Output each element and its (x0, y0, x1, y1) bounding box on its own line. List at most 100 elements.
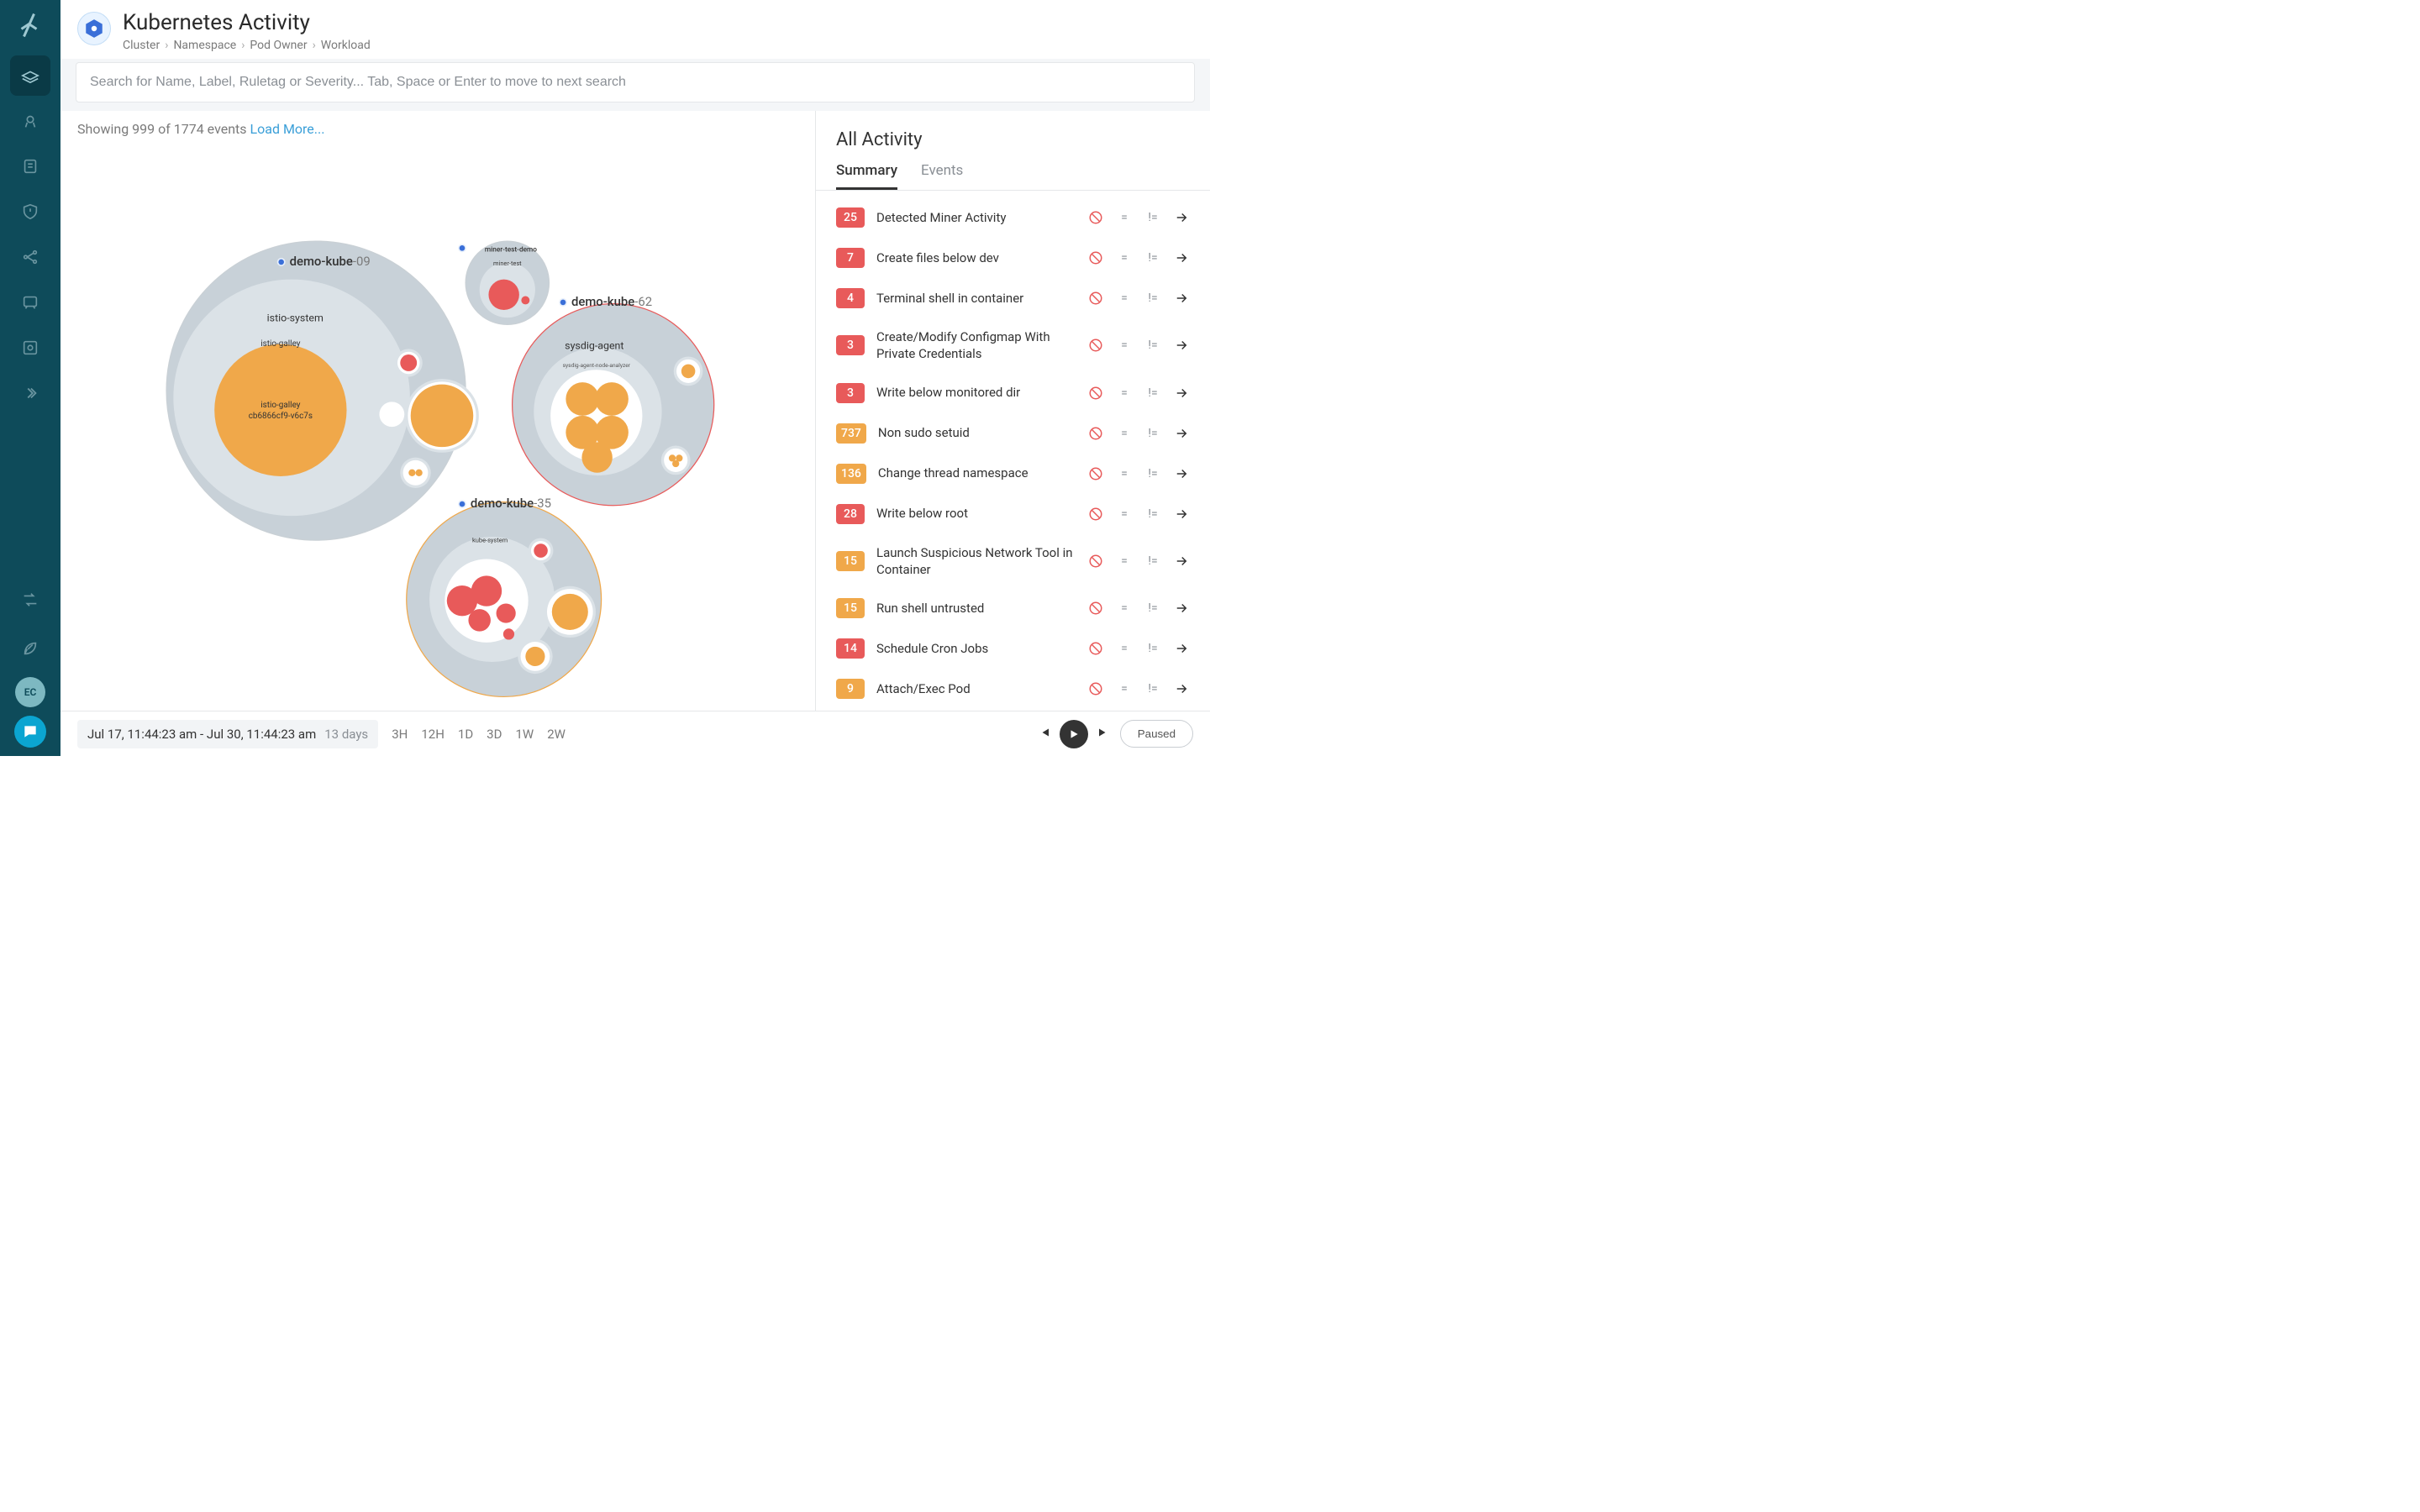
time-range-text[interactable]: Jul 17, 11:44:23 am - Jul 30, 11:44:23 a… (87, 727, 316, 742)
block-icon[interactable] (1087, 425, 1104, 442)
not-equals-icon[interactable]: != (1144, 680, 1161, 697)
svg-text:demo-kube-09: demo-kube-09 (290, 254, 371, 269)
arrow-right-icon[interactable] (1173, 465, 1190, 482)
summary-row[interactable]: 15 Launch Suspicious Network Tool in Con… (816, 534, 1210, 589)
equals-icon[interactable]: = (1116, 600, 1133, 617)
nav-compliance[interactable] (10, 192, 50, 232)
severity-badge: 14 (836, 638, 865, 659)
block-icon[interactable] (1087, 640, 1104, 657)
summary-row[interactable]: 28 Write below root = != (816, 494, 1210, 534)
svg-text:demo-kube-62: demo-kube-62 (571, 294, 652, 309)
equals-icon[interactable]: = (1116, 425, 1133, 442)
search-input[interactable] (76, 62, 1195, 102)
summary-row[interactable]: 25 Detected Miner Activity = != (816, 197, 1210, 238)
not-equals-icon[interactable]: != (1144, 553, 1161, 570)
arrow-right-icon[interactable] (1173, 640, 1190, 657)
time-quick-1w[interactable]: 1W (515, 727, 534, 742)
nav-network[interactable] (10, 237, 50, 277)
load-more-link[interactable]: Load More... (250, 121, 325, 137)
nav-integrations[interactable] (10, 580, 50, 620)
arrow-right-icon[interactable] (1173, 337, 1190, 354)
block-icon[interactable] (1087, 385, 1104, 402)
breadcrumb-namespace[interactable]: Namespace (173, 39, 236, 52)
block-icon[interactable] (1087, 553, 1104, 570)
time-quick-1d[interactable]: 1D (458, 727, 473, 742)
equals-icon[interactable]: = (1116, 209, 1133, 226)
summary-row[interactable]: 3 Create/Modify Configmap With Private C… (816, 318, 1210, 373)
equals-icon[interactable]: = (1116, 465, 1133, 482)
svg-text:istio-galley: istio-galley (260, 401, 301, 410)
nav-captures[interactable] (10, 328, 50, 368)
time-quick-3d[interactable]: 3D (487, 727, 502, 742)
block-icon[interactable] (1087, 249, 1104, 266)
nav-activity[interactable] (10, 55, 50, 96)
summary-row[interactable]: 3 Write below monitored dir = != (816, 373, 1210, 413)
time-quick-2w[interactable]: 2W (547, 727, 566, 742)
svg-text:miner-test-demo: miner-test-demo (485, 245, 537, 254)
block-icon[interactable] (1087, 680, 1104, 697)
skip-forward-button[interactable] (1097, 725, 1112, 743)
not-equals-icon[interactable]: != (1144, 249, 1161, 266)
user-avatar[interactable]: EC (15, 677, 45, 707)
not-equals-icon[interactable]: != (1144, 600, 1161, 617)
not-equals-icon[interactable]: != (1144, 385, 1161, 402)
nav-expand[interactable] (10, 373, 50, 413)
breadcrumb-cluster[interactable]: Cluster (123, 39, 160, 52)
severity-badge: 3 (836, 335, 865, 355)
play-button[interactable] (1060, 720, 1088, 748)
block-icon[interactable] (1087, 465, 1104, 482)
arrow-right-icon[interactable] (1173, 553, 1190, 570)
summary-row[interactable]: 9 Attach/Exec Pod = != (816, 669, 1210, 709)
severity-badge: 4 (836, 288, 865, 308)
equals-icon[interactable]: = (1116, 290, 1133, 307)
breadcrumb-workload[interactable]: Workload (321, 39, 371, 52)
equals-icon[interactable]: = (1116, 506, 1133, 522)
arrow-right-icon[interactable] (1173, 249, 1190, 266)
nav-policies[interactable] (10, 146, 50, 186)
tab-events[interactable]: Events (921, 162, 963, 190)
not-equals-icon[interactable]: != (1144, 337, 1161, 354)
block-icon[interactable] (1087, 209, 1104, 226)
pause-state-button[interactable]: Paused (1120, 720, 1193, 748)
arrow-right-icon[interactable] (1173, 425, 1190, 442)
summary-row[interactable]: 4 Terminal shell in container = != (816, 278, 1210, 318)
nav-events[interactable] (10, 282, 50, 323)
block-icon[interactable] (1087, 600, 1104, 617)
equals-icon[interactable]: = (1116, 553, 1133, 570)
arrow-right-icon[interactable] (1173, 680, 1190, 697)
arrow-right-icon[interactable] (1173, 385, 1190, 402)
not-equals-icon[interactable]: != (1144, 506, 1161, 522)
arrow-right-icon[interactable] (1173, 600, 1190, 617)
breadcrumb-pod-owner[interactable]: Pod Owner (250, 39, 307, 52)
equals-icon[interactable]: = (1116, 680, 1133, 697)
support-chat[interactable] (14, 716, 46, 748)
summary-row[interactable]: 15 Run shell untrusted = != (816, 588, 1210, 628)
not-equals-icon[interactable]: != (1144, 209, 1161, 226)
block-icon[interactable] (1087, 337, 1104, 354)
block-icon[interactable] (1087, 290, 1104, 307)
not-equals-icon[interactable]: != (1144, 290, 1161, 307)
not-equals-icon[interactable]: != (1144, 465, 1161, 482)
arrow-right-icon[interactable] (1173, 506, 1190, 522)
summary-row[interactable]: 136 Change thread namespace = != (816, 454, 1210, 494)
summary-row[interactable]: 7 Create files below dev = != (816, 238, 1210, 278)
skip-back-button[interactable] (1036, 725, 1051, 743)
tab-summary[interactable]: Summary (836, 162, 897, 190)
product-logo[interactable] (15, 10, 45, 40)
equals-icon[interactable]: = (1116, 337, 1133, 354)
equals-icon[interactable]: = (1116, 249, 1133, 266)
time-quick-12h[interactable]: 12H (421, 727, 445, 742)
summary-row[interactable]: 737 Non sudo setuid = != (816, 413, 1210, 454)
bubble-chart[interactable]: demo-kube-09istio-systemistio-galleyisti… (60, 140, 815, 711)
equals-icon[interactable]: = (1116, 385, 1133, 402)
time-quick-3h[interactable]: 3H (392, 727, 408, 742)
arrow-right-icon[interactable] (1173, 290, 1190, 307)
block-icon[interactable] (1087, 506, 1104, 522)
nav-get-started[interactable] (10, 628, 50, 669)
not-equals-icon[interactable]: != (1144, 640, 1161, 657)
summary-row[interactable]: 14 Schedule Cron Jobs = != (816, 628, 1210, 669)
arrow-right-icon[interactable] (1173, 209, 1190, 226)
equals-icon[interactable]: = (1116, 640, 1133, 657)
not-equals-icon[interactable]: != (1144, 425, 1161, 442)
nav-insights[interactable] (10, 101, 50, 141)
